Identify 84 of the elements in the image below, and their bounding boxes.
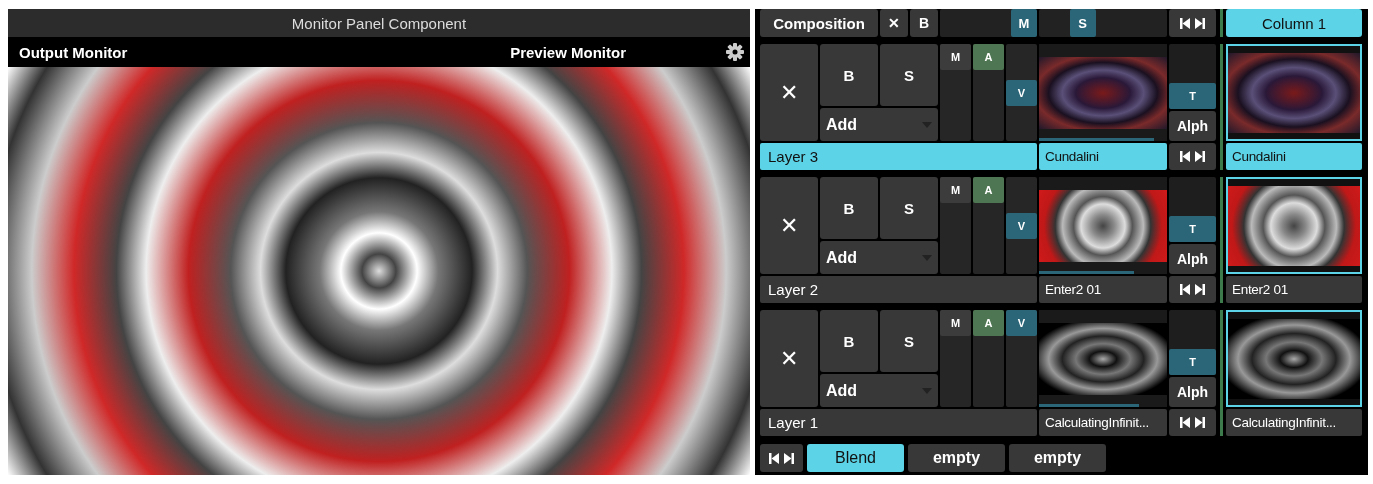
fader-track[interactable]: M <box>940 310 971 407</box>
clear-button[interactable]: ✕ <box>880 9 908 37</box>
output-monitor-label: Output Monitor <box>19 43 129 61</box>
skip-forward-icon <box>784 452 794 464</box>
fader-track[interactable]: V <box>1006 310 1037 407</box>
bypass-button[interactable]: B <box>820 177 878 239</box>
fader-track[interactable]: V <box>1006 44 1037 141</box>
transport-button[interactable] <box>1169 276 1216 303</box>
skip-forward-icon <box>1195 151 1205 162</box>
layer-name[interactable]: Layer 1 <box>760 409 1037 436</box>
fader-handle[interactable]: T <box>1169 83 1216 109</box>
video-thumbnail[interactable] <box>1039 322 1167 395</box>
fader-track[interactable]: T <box>1169 44 1216 109</box>
clear-button[interactable]: ✕ <box>760 177 818 274</box>
transport-button[interactable] <box>1169 143 1216 170</box>
alpha-button[interactable]: Alph <box>1169 377 1216 407</box>
solo-button[interactable]: S <box>880 44 938 106</box>
video-thumbnail[interactable] <box>1228 185 1360 266</box>
fader-handle[interactable]: T <box>1169 349 1216 375</box>
bypass-button[interactable]: B <box>820 310 878 372</box>
slider-track[interactable]: M <box>940 9 1037 37</box>
fader-handle[interactable]: M <box>940 44 971 70</box>
bypass-button[interactable]: B <box>910 9 938 37</box>
transport-button[interactable] <box>760 444 803 472</box>
fader-handle[interactable]: A <box>973 44 1004 70</box>
blend-dropdown[interactable]: Add <box>820 108 938 141</box>
solo-button[interactable]: S <box>880 177 938 239</box>
video-thumbnail[interactable] <box>1228 52 1360 133</box>
skip-back-icon <box>1180 284 1190 295</box>
deck-tab[interactable]: empty <box>1009 444 1106 472</box>
deck-tab[interactable]: Blend <box>807 444 904 472</box>
clip-name[interactable]: CalculatingInfinit... <box>1039 409 1167 436</box>
skip-back-icon <box>769 452 779 464</box>
layer-name[interactable]: Layer 3 <box>760 143 1037 170</box>
column-button[interactable]: Column 1 <box>1226 9 1362 37</box>
fader-handle[interactable]: A <box>973 310 1004 336</box>
video-thumbnail[interactable] <box>1039 56 1167 129</box>
fader-track[interactable]: V <box>1006 177 1037 274</box>
composition-button[interactable]: Composition <box>760 9 878 37</box>
deck-tab[interactable]: empty <box>908 444 1005 472</box>
skip-back-icon <box>1180 17 1190 29</box>
fader-handle[interactable]: T <box>1169 216 1216 242</box>
preview-monitor-label: Preview Monitor <box>510 43 626 61</box>
slider-track[interactable]: S <box>1039 9 1167 37</box>
fader-track[interactable]: A <box>973 310 1004 407</box>
transport-button[interactable] <box>1169 9 1216 37</box>
fader-track[interactable]: M <box>940 44 971 141</box>
clip-name[interactable]: Enter2 01 <box>1226 276 1362 303</box>
fader-handle[interactable]: M <box>940 310 971 336</box>
fader-track[interactable]: T <box>1169 177 1216 242</box>
fader-track[interactable]: T <box>1169 310 1216 375</box>
bypass-button[interactable]: B <box>820 44 878 106</box>
fader-handle[interactable]: V <box>1006 212 1037 239</box>
clip-name[interactable]: Enter2 01 <box>1039 276 1167 303</box>
video-thumbnail[interactable] <box>1039 189 1167 262</box>
clip-name[interactable]: CalculatingInfinit... <box>1226 409 1362 436</box>
clip-name[interactable]: Cundalini <box>1039 143 1167 170</box>
clear-button[interactable]: ✕ <box>760 310 818 407</box>
blend-dropdown[interactable]: Add <box>820 374 938 407</box>
slider-handle[interactable]: M <box>1011 9 1037 37</box>
fader-track[interactable]: M <box>940 177 971 274</box>
fader-handle[interactable]: A <box>973 177 1004 203</box>
skip-back-icon <box>1180 417 1190 428</box>
skip-forward-icon <box>1195 17 1205 29</box>
solo-button[interactable]: S <box>880 310 938 372</box>
fader-track[interactable]: A <box>973 177 1004 274</box>
fader-handle[interactable]: M <box>940 177 971 203</box>
skip-back-icon <box>1180 151 1190 162</box>
fader-handle[interactable]: V <box>1006 310 1037 336</box>
skip-forward-icon <box>1195 417 1205 428</box>
layer-name[interactable]: Layer 2 <box>760 276 1037 303</box>
alpha-button[interactable]: Alph <box>1169 244 1216 274</box>
clear-button[interactable]: ✕ <box>760 44 818 141</box>
skip-forward-icon <box>1195 284 1205 295</box>
settings-icon[interactable] <box>726 43 744 61</box>
clip-name[interactable]: Cundalini <box>1226 143 1362 170</box>
fader-track[interactable]: A <box>973 44 1004 141</box>
panel-title: Monitor Panel Component <box>8 9 750 37</box>
blend-dropdown[interactable]: Add <box>820 241 938 274</box>
slider-handle[interactable]: S <box>1069 9 1096 37</box>
fader-handle[interactable]: V <box>1006 79 1037 106</box>
alpha-button[interactable]: Alph <box>1169 111 1216 141</box>
transport-button[interactable] <box>1169 409 1216 436</box>
video-thumbnail[interactable] <box>1228 318 1360 399</box>
